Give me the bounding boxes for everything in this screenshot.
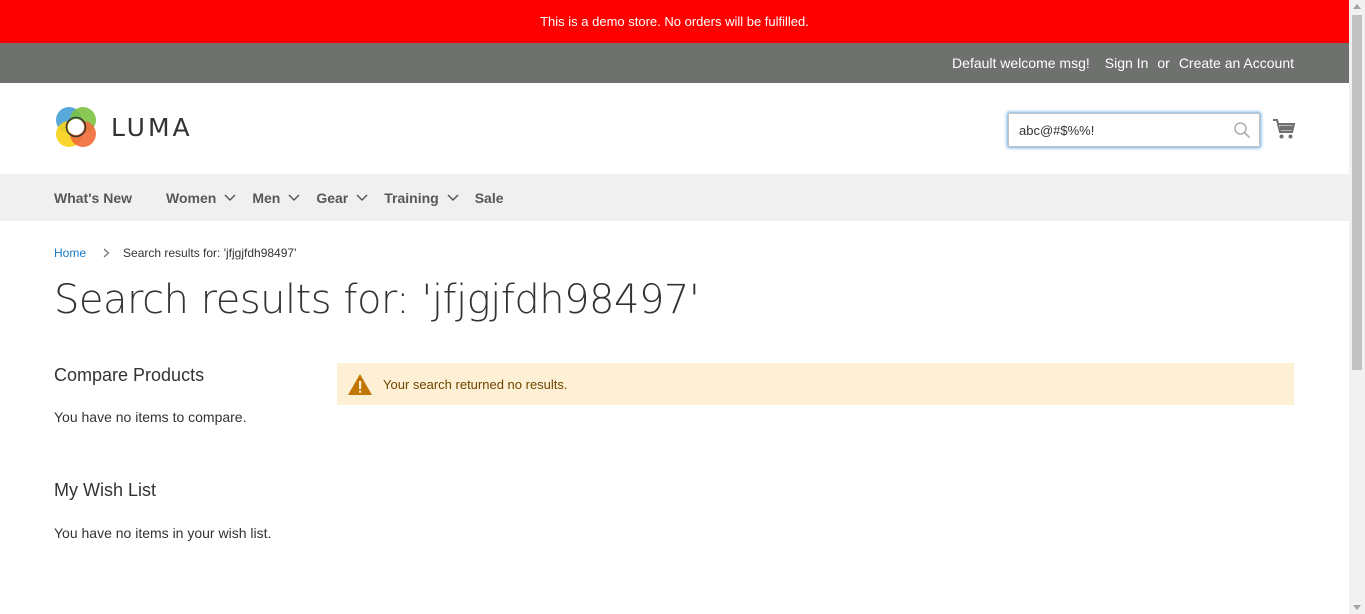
nav-item-sale[interactable]: Sale — [475, 190, 504, 206]
nav-item-training[interactable]: Training — [384, 189, 459, 206]
header: LUMA — [0, 83, 1349, 174]
scrollbar-thumb[interactable] — [1352, 15, 1362, 370]
top-links: Default welcome msg! Sign In or Create a… — [952, 43, 1294, 83]
warning-icon — [348, 373, 372, 395]
nav-item-gear[interactable]: Gear — [316, 190, 368, 206]
nav-item-label: Women — [166, 189, 217, 206]
wish-list-title: My Wish List — [54, 480, 157, 500]
welcome-message: Default welcome msg! — [952, 55, 1090, 71]
cart-icon[interactable] — [1272, 117, 1296, 141]
chevron-down-icon — [356, 193, 368, 201]
nav-item-label: Sale — [474, 189, 504, 206]
breadcrumb-home-link[interactable]: Home — [54, 246, 86, 260]
compare-products-empty-text: You have no items to compare. — [54, 409, 247, 425]
breadcrumb: Home Search results for: 'jfjgjfdh98497' — [54, 246, 296, 260]
nav-item-men[interactable]: Men — [252, 190, 300, 206]
top-links-bar: Default welcome msg! Sign In or Create a… — [0, 43, 1349, 83]
nav-items: What's New Women Men Gear Training Sale — [54, 174, 504, 221]
search-box — [1008, 113, 1260, 147]
demo-notice-banner: This is a demo store. No orders will be … — [0, 0, 1349, 43]
sign-in-link[interactable]: Sign In — [1105, 55, 1149, 71]
create-account-link[interactable]: Create an Account — [1179, 55, 1294, 71]
search-input[interactable] — [1009, 114, 1229, 146]
page: This is a demo store. No orders will be … — [0, 0, 1365, 614]
chevron-down-icon — [224, 193, 236, 201]
demo-notice-text: This is a demo store. No orders will be … — [540, 14, 809, 29]
page-scrollbar[interactable] — [1349, 0, 1365, 614]
nav-item-whats-new[interactable]: What's New — [54, 190, 132, 206]
compare-products-title: Compare Products — [54, 365, 205, 385]
breadcrumb-current: Search results for: 'jfjgjfdh98497' — [123, 246, 297, 260]
wish-list-empty-text: You have no items in your wish list. — [54, 525, 272, 541]
no-results-notice: Your search returned no results. — [337, 363, 1294, 405]
nav-item-women[interactable]: Women — [166, 190, 236, 206]
nav-item-label: Men — [252, 189, 281, 206]
search-icon[interactable] — [1233, 121, 1251, 139]
nav-item-label: Training — [384, 189, 439, 206]
nav-item-label: What's New — [54, 189, 133, 206]
nav-item-label: Gear — [316, 189, 349, 206]
or-separator: or — [1157, 55, 1170, 71]
chevron-right-icon — [103, 248, 110, 258]
no-results-text: Your search returned no results. — [383, 376, 568, 392]
main-navigation: What's New Women Men Gear Training Sale — [0, 174, 1349, 221]
luma-logo-icon — [56, 107, 96, 147]
logo-text: LUMA — [111, 112, 193, 142]
page-title: Search results for: 'jfjgjfdh98497' — [54, 277, 700, 323]
scroll-down-arrow-icon[interactable] — [1353, 605, 1361, 610]
logo[interactable]: LUMA — [54, 104, 204, 150]
scroll-up-arrow-icon[interactable] — [1353, 4, 1361, 9]
chevron-down-icon — [288, 193, 300, 201]
chevron-down-icon — [447, 193, 459, 201]
